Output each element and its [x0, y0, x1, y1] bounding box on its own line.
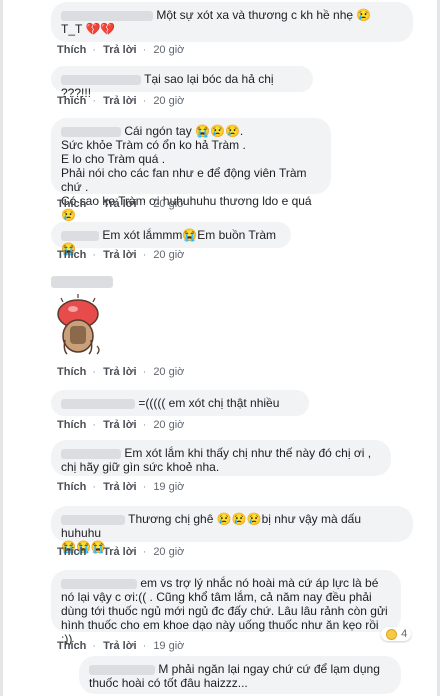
- comment-bubble: Cái ngón tay 😭😢😢. Sức khỏe Tràm có ổn ko…: [51, 118, 331, 222]
- sad-face-icon: [386, 628, 397, 640]
- comment-bubble: Thương chị ghê 😢😢😢bị như vậy mà dấu huhu…: [51, 506, 413, 554]
- comment-actions: Thích · Trả lời · 19 giờ: [57, 640, 185, 652]
- reply-link[interactable]: Trả lời: [103, 419, 137, 431]
- commenter-name[interactable]: [61, 398, 135, 409]
- commenter-name[interactable]: [61, 126, 121, 137]
- timestamp[interactable]: 19 giờ: [153, 640, 184, 652]
- like-link[interactable]: Thích: [57, 44, 86, 56]
- timestamp[interactable]: 20 giờ: [153, 249, 184, 261]
- reply-link[interactable]: Trả lời: [103, 481, 137, 493]
- comment-bubble: Em xót lắm khi thấy chị như thế này đó c…: [51, 440, 391, 476]
- comment-actions: Thích · Trả lời · 20 giờ: [57, 249, 185, 261]
- comment-bubble: Tại sao lại bóc da hả chị ???!!!: [51, 66, 313, 100]
- commenter-name[interactable]: [61, 448, 121, 459]
- commenter-name[interactable]: [61, 230, 99, 241]
- comment-actions: Thích · Trả lời · 20 giờ: [57, 546, 185, 558]
- comment-actions: Thích · Trả lời · 20 giờ: [57, 198, 185, 210]
- comment-actions: Thích · Trả lời · 20 giờ: [57, 44, 185, 56]
- like-link[interactable]: Thích: [57, 198, 86, 210]
- commenter-name[interactable]: [61, 10, 153, 21]
- comment-bubble: em vs trợ lý nhắc nó hoài mà cứ áp lực l…: [51, 570, 401, 646]
- like-link[interactable]: Thích: [57, 481, 86, 493]
- timestamp[interactable]: 20 giờ: [153, 419, 184, 431]
- timestamp[interactable]: 20 giờ: [153, 366, 184, 378]
- reply-link[interactable]: Trả lời: [103, 366, 137, 378]
- comment-thread: Một sự xót xa và thương c kh hề nhẹ 😢 T_…: [0, 0, 440, 696]
- commenter-name[interactable]: [61, 74, 141, 85]
- crying-character-sticker: [53, 292, 103, 358]
- reply-link[interactable]: Trả lời: [103, 546, 137, 558]
- like-link[interactable]: Thích: [57, 366, 86, 378]
- like-link[interactable]: Thích: [57, 640, 86, 652]
- comment-actions: Thích · Trả lời · 19 giờ: [57, 481, 185, 493]
- commenter-name[interactable]: [61, 578, 137, 589]
- comment-actions: Thích · Trả lời · 20 giờ: [57, 95, 185, 107]
- timestamp[interactable]: 20 giờ: [153, 546, 184, 558]
- comment-bubble: =((((( em xót chị thật nhiều: [51, 390, 309, 416]
- comment-bubble: Một sự xót xa và thương c kh hề nhẹ 😢 T_…: [51, 2, 413, 42]
- commenter-name[interactable]: [89, 664, 155, 675]
- comment-actions: Thích · Trả lời · 20 giờ: [57, 366, 185, 378]
- reply-link[interactable]: Trả lời: [103, 249, 137, 261]
- like-link[interactable]: Thích: [57, 419, 86, 431]
- like-link[interactable]: Thích: [57, 249, 86, 261]
- comment-bubble: Em xót lắmmm😭Em buồn Tràm😭: [51, 222, 291, 256]
- timestamp[interactable]: 20 giờ: [153, 95, 184, 107]
- commenter-name[interactable]: [61, 514, 125, 525]
- like-link[interactable]: Thích: [57, 546, 86, 558]
- timestamp[interactable]: 20 giờ: [153, 198, 184, 210]
- comment-actions: Thích · Trả lời · 20 giờ: [57, 419, 185, 431]
- comment-bubble: M phải ngăn lại ngay chứ cứ để lạm dụng …: [79, 656, 401, 694]
- reply-link[interactable]: Trả lời: [103, 95, 137, 107]
- timestamp[interactable]: 19 giờ: [153, 481, 184, 493]
- commenter-name[interactable]: [51, 276, 113, 288]
- reply-link[interactable]: Trả lời: [103, 198, 137, 210]
- comment-text: =((((( em xót chị thật nhiều: [138, 396, 280, 410]
- timestamp[interactable]: 20 giờ: [153, 44, 184, 56]
- reply-link[interactable]: Trả lời: [103, 640, 137, 652]
- reply-link[interactable]: Trả lời: [103, 44, 137, 56]
- reaction-count[interactable]: 4: [381, 627, 412, 641]
- like-link[interactable]: Thích: [57, 95, 86, 107]
